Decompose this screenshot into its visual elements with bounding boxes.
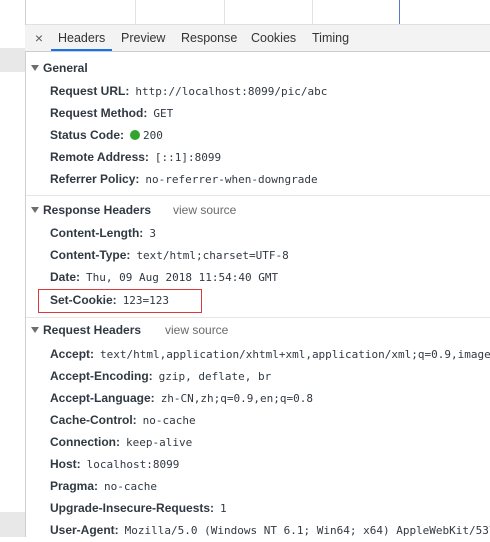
response-view-source-link[interactable]: view source — [173, 199, 236, 221]
request-row-connection: Connection: keep-alive — [50, 431, 192, 453]
timeline-divider — [312, 0, 313, 24]
request-headers-title: Request Headers — [43, 323, 142, 337]
timeline-strip — [0, 0, 490, 25]
header-key: Connection: — [50, 435, 120, 449]
header-value: no-cache — [104, 480, 158, 493]
response-row-date: Date: Thu, 09 Aug 2018 11:54:40 GMT — [50, 266, 278, 288]
tab-response[interactable]: Response — [174, 25, 244, 51]
timeline-marker — [399, 0, 400, 24]
header-key: Cache-Control: — [50, 413, 137, 427]
header-key: Accept-Language: — [50, 391, 155, 405]
header-key: Content-Length: — [50, 226, 144, 240]
request-view-source-link[interactable]: view source — [165, 319, 228, 341]
status-ok-dot-icon — [130, 130, 141, 140]
details-tab-bar: × Headers Preview Response Cookies Timin… — [25, 25, 490, 52]
request-row-pragma: Pragma: no-cache — [50, 475, 157, 497]
request-list-strip — [0, 0, 26, 537]
header-value: keep-alive — [126, 436, 193, 449]
header-key: Referrer Policy: — [50, 172, 140, 186]
tab-headers[interactable]: Headers — [51, 25, 113, 51]
header-key: Remote Address: — [50, 150, 149, 164]
timeline-divider — [135, 0, 136, 24]
header-key: Content-Type: — [50, 248, 131, 262]
header-value: 3 — [149, 227, 156, 240]
header-value: http://localhost:8099/pic/abc — [135, 85, 328, 98]
header-key: Date: — [50, 270, 81, 284]
general-row-request-method: Request Method: GET — [50, 102, 173, 124]
header-key: Host: — [50, 457, 81, 471]
response-headers-title: Response Headers — [43, 203, 152, 217]
header-key: Accept-Encoding: — [50, 369, 153, 383]
request-row-user-agent: User-Agent: Mozilla/5.0 (Windows NT 6.1; … — [50, 519, 490, 541]
section-divider — [26, 195, 490, 196]
timeline-divider — [224, 0, 225, 24]
tab-timing[interactable]: Timing — [305, 25, 356, 51]
request-row-accept-language: Accept-Language: zh-CN,zh;q=0.9,en;q=0.8 — [50, 387, 313, 409]
general-section-header[interactable]: General — [26, 57, 490, 79]
header-value: Thu, 09 Aug 2018 11:54:40 GMT — [86, 271, 279, 284]
section-divider — [26, 317, 490, 318]
header-key: Upgrade-Insecure-Requests: — [50, 501, 215, 515]
response-row-content-type: Content-Type: text/html;charset=UTF-8 — [50, 244, 289, 266]
selected-request-row[interactable] — [0, 48, 25, 72]
header-value: GET — [153, 107, 174, 120]
request-row[interactable] — [0, 512, 25, 537]
header-key: User-Agent: — [50, 523, 119, 537]
expand-triangle-icon[interactable] — [31, 65, 39, 72]
request-row-upgrade-insecure-requests: Upgrade-Insecure-Requests: 1 — [50, 497, 227, 519]
response-row-content-length: Content-Length: 3 — [50, 222, 156, 244]
tab-preview[interactable]: Preview — [114, 25, 172, 51]
header-key: Request URL: — [50, 84, 130, 98]
header-key: Pragma: — [50, 479, 99, 493]
header-value: localhost:8099 — [86, 458, 180, 471]
general-row-remote-address: Remote Address: [::1]:8099 — [50, 146, 221, 168]
general-row-referrer-policy: Referrer Policy: no-referrer-when-downgra… — [50, 168, 318, 190]
header-value: Mozilla/5.0 (Windows NT 6.1; Win64; x64)… — [124, 524, 490, 537]
request-headers-section-header[interactable]: Request Headers view source — [26, 319, 490, 341]
request-row-cache-control: Cache-Control: no-cache — [50, 409, 196, 431]
general-row-request-url: Request URL: http://localhost:8099/pic/ab… — [50, 80, 327, 102]
response-headers-section-header[interactable]: Response Headers view source — [26, 199, 490, 221]
header-value: text/html;charset=UTF-8 — [136, 249, 289, 262]
request-row-accept-encoding: Accept-Encoding: gzip, deflate, br — [50, 365, 271, 387]
expand-triangle-icon[interactable] — [31, 207, 39, 214]
header-value: no-referrer-when-downgrade — [145, 173, 318, 186]
tab-cookies[interactable]: Cookies — [244, 25, 303, 51]
general-row-status-code: Status Code: 200 — [50, 124, 163, 146]
general-title: General — [43, 61, 88, 75]
header-key: Accept: — [50, 347, 95, 361]
header-value: zh-CN,zh;q=0.9,en;q=0.8 — [160, 392, 314, 405]
headers-panel: General Request URL: http://localhost:809… — [26, 52, 490, 537]
header-key: Status Code: — [50, 128, 125, 142]
header-key: Request Method: — [50, 106, 148, 120]
header-value: [::1]:8099 — [154, 151, 222, 164]
header-value: no-cache — [142, 414, 196, 427]
expand-triangle-icon[interactable] — [31, 327, 39, 334]
request-row-accept: Accept: text/html,application/xhtml+xml,a… — [50, 343, 490, 365]
header-value: gzip, deflate, br — [158, 370, 272, 383]
header-value: text/html,application/xhtml+xml,applicat… — [100, 348, 490, 361]
header-value: 200 — [143, 129, 163, 142]
header-value: 1 — [220, 502, 227, 515]
request-row-host: Host: localhost:8099 — [50, 453, 179, 475]
close-icon[interactable]: × — [31, 29, 47, 47]
set-cookie-highlight-box — [38, 289, 202, 313]
